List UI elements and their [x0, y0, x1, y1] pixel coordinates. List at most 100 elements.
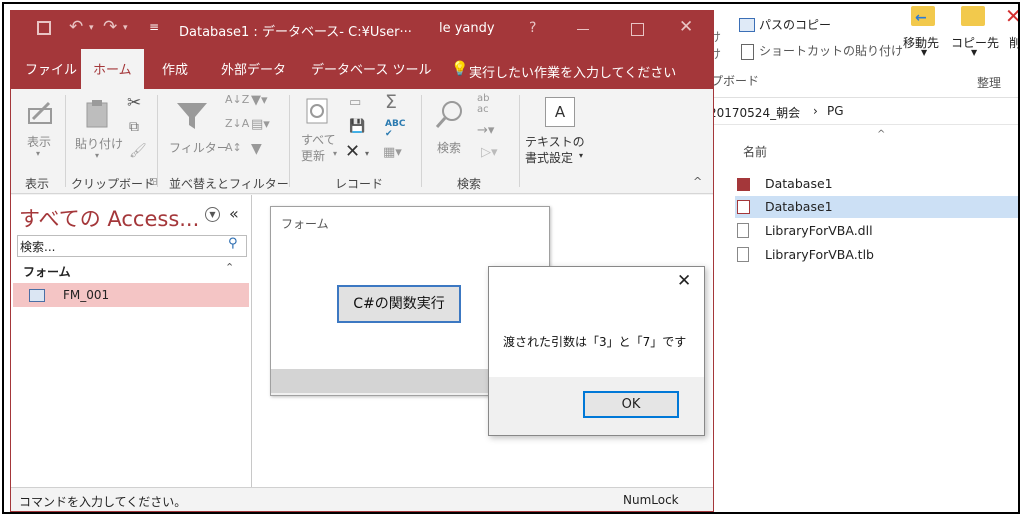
breadcrumb-item[interactable]: 20170524_朝会 [709, 104, 800, 121]
file-name: Database1 [765, 199, 833, 214]
save-icon[interactable] [37, 21, 51, 35]
copy-to-folder-icon [961, 6, 985, 26]
window-title: Database1 : データベース- C:¥User··· [179, 25, 412, 40]
nav-pane-title[interactable]: すべての Access... [19, 203, 199, 233]
separator [421, 95, 422, 187]
breadcrumb-item[interactable]: PG [827, 104, 844, 118]
run-csharp-function-button[interactable]: C#の関数実行 [337, 285, 461, 323]
tell-me-box[interactable]: 実行したい作業を入力してください [469, 62, 676, 81]
tab-create[interactable]: 作成 [162, 49, 188, 89]
form-title-bar[interactable]: フォーム [271, 207, 549, 235]
column-header-name[interactable]: 名前 [743, 143, 767, 160]
user-name[interactable]: le yandy [439, 21, 495, 36]
sort-descending-icon[interactable]: Z↓A [225, 117, 249, 130]
nav-item-fm001[interactable]: FM_001 [13, 283, 249, 307]
move-to-dropdown-icon: ▼ [921, 48, 928, 57]
sort-ascending-icon[interactable]: A↓Z [225, 93, 249, 106]
help-button[interactable]: ? [529, 20, 536, 36]
file-name: LibraryForVBA.dll [765, 223, 873, 238]
new-record-icon[interactable]: ▭ [349, 95, 361, 110]
refresh-dropdown-icon: ▾ [333, 149, 338, 158]
undo-icon[interactable]: ↶ [69, 17, 83, 37]
copy-path-icon [739, 18, 755, 32]
copy-icon[interactable]: ⧉ [129, 119, 139, 135]
status-bar: コマンドを入力してください。 NumLock [11, 487, 713, 511]
remove-sort-icon[interactable]: A↕ [225, 141, 242, 154]
group-view-label: 表示 [25, 177, 50, 191]
paste-shortcut-button[interactable]: ショートカットの貼り付け [759, 42, 903, 59]
tab-external-data[interactable]: 外部データ [221, 49, 286, 89]
search-icon[interactable]: ⚲ [228, 236, 238, 251]
explorer-ribbon: けけ パスのコピー ショートカットの貼り付け プボード ← 移動先 ▼ コピー先… [707, 4, 1018, 98]
spelling-icon[interactable]: ABC ✔ [385, 119, 405, 139]
redo-icon[interactable]: ↷ [103, 17, 117, 37]
file-row[interactable]: LibraryForVBA.tlb [737, 244, 997, 266]
file-name: Database1 [765, 176, 833, 191]
text-format-icon: A [545, 97, 575, 127]
ribbon: 表示 ▾ 貼り付け ▾ ✂ ⧉ 🖌 フィルター A↓Z Z↓A A↕ ▼▾ ▤▾… [11, 89, 713, 194]
nav-search-box[interactable]: 検索... ⚲ [17, 235, 247, 257]
collapse-ribbon-icon[interactable]: ^ [693, 175, 702, 188]
find-icon [435, 99, 465, 132]
message-box: ✕ 渡された引数は「3」と「7」です OK [488, 266, 705, 436]
file-row-selected[interactable]: Database1 [735, 196, 1018, 218]
text-format-button-line1[interactable]: テキストの [525, 133, 585, 150]
explorer-breadcrumb[interactable]: 20170524_朝会 › PG [707, 98, 1018, 125]
tab-home[interactable]: ホーム [81, 49, 144, 89]
more-records-icon[interactable]: ▦▾ [383, 145, 402, 160]
file-name: LibraryForVBA.tlb [765, 247, 874, 262]
format-painter-icon[interactable]: 🖌 [129, 143, 147, 159]
delete-record-icon[interactable]: ✕ [345, 141, 360, 162]
explorer-file-list: ^ 名前 Database1 Database1 LibraryForVBA.d… [707, 125, 1018, 512]
nav-category-header[interactable]: フォーム [23, 263, 71, 280]
nav-search-input[interactable]: 検索... [20, 238, 55, 255]
tab-file[interactable]: ファイル [25, 49, 77, 89]
paste-button[interactable]: 貼り付け [75, 135, 123, 152]
replace-icon[interactable]: ab ac [477, 93, 489, 115]
file-row[interactable]: LibraryForVBA.dll [737, 220, 997, 242]
maximize-button[interactable] [631, 23, 644, 36]
select-icon[interactable]: ▷▾ [481, 145, 498, 160]
text-format-button-line2[interactable]: 書式設定 [525, 149, 573, 166]
delete-icon: ✕ [1005, 4, 1018, 28]
cut-icon[interactable]: ✂ [127, 93, 141, 113]
paste-dropdown-icon: ▾ [95, 151, 100, 160]
advanced-filter-icon[interactable]: ▤▾ [251, 117, 270, 132]
breadcrumb-separator-icon: › [813, 104, 818, 118]
dialog-launcher-icon[interactable]: ◲ [149, 177, 158, 187]
close-button[interactable]: ✕ [679, 17, 693, 37]
generic-file-icon [737, 247, 749, 262]
selection-filter-icon[interactable]: ▼▾ [251, 93, 268, 108]
nav-menu-dropdown-icon[interactable]: ▼ [205, 207, 220, 222]
filter-button[interactable]: フィルター [169, 139, 229, 156]
refresh-all-button-line2[interactable]: 更新 [301, 147, 325, 164]
category-collapse-icon[interactable]: ⌃ [225, 261, 234, 274]
nav-collapse-icon[interactable]: « [229, 204, 239, 223]
copy-to-dropdown-icon: ▼ [971, 48, 978, 57]
quick-access-customize-icon[interactable]: ≡ [149, 20, 159, 34]
redo-dropdown-icon[interactable]: ▾ [123, 23, 128, 33]
copy-path-button[interactable]: パスのコピー [759, 16, 831, 33]
screenshot-frame: けけ パスのコピー ショートカットの貼り付け プボード ← 移動先 ▼ コピー先… [2, 2, 1020, 514]
navigation-pane: すべての Access... ▼ « 検索... ⚲ フォーム ⌃ FM_001 [11, 195, 252, 487]
group-clipboard-label: クリップボード [71, 177, 156, 191]
group-find-label: 検索 [457, 177, 482, 191]
refresh-all-button-line1[interactable]: すべて [301, 131, 336, 148]
file-row[interactable]: Database1 [737, 173, 997, 195]
tab-database-tools[interactable]: データベース ツール [311, 49, 431, 89]
save-record-icon[interactable]: 💾 [349, 119, 365, 134]
numlock-indicator: NumLock [623, 493, 679, 507]
lightbulb-icon: 💡 [451, 61, 469, 77]
toggle-filter-icon[interactable]: ▼ [251, 141, 262, 157]
separator [157, 95, 158, 187]
totals-icon[interactable]: Σ [385, 91, 397, 113]
ok-button[interactable]: OK [583, 391, 679, 418]
view-dropdown-icon: ▾ [36, 149, 41, 158]
view-button[interactable]: 表示 [27, 133, 51, 150]
find-button[interactable]: 検索 [437, 139, 461, 156]
minimize-button[interactable] [577, 29, 589, 30]
undo-dropdown-icon[interactable]: ▾ [89, 23, 94, 33]
goto-icon[interactable]: →▾ [477, 123, 494, 138]
message-text: 渡された引数は「3」と「7」です [503, 335, 687, 349]
message-close-button[interactable]: ✕ [677, 271, 691, 291]
